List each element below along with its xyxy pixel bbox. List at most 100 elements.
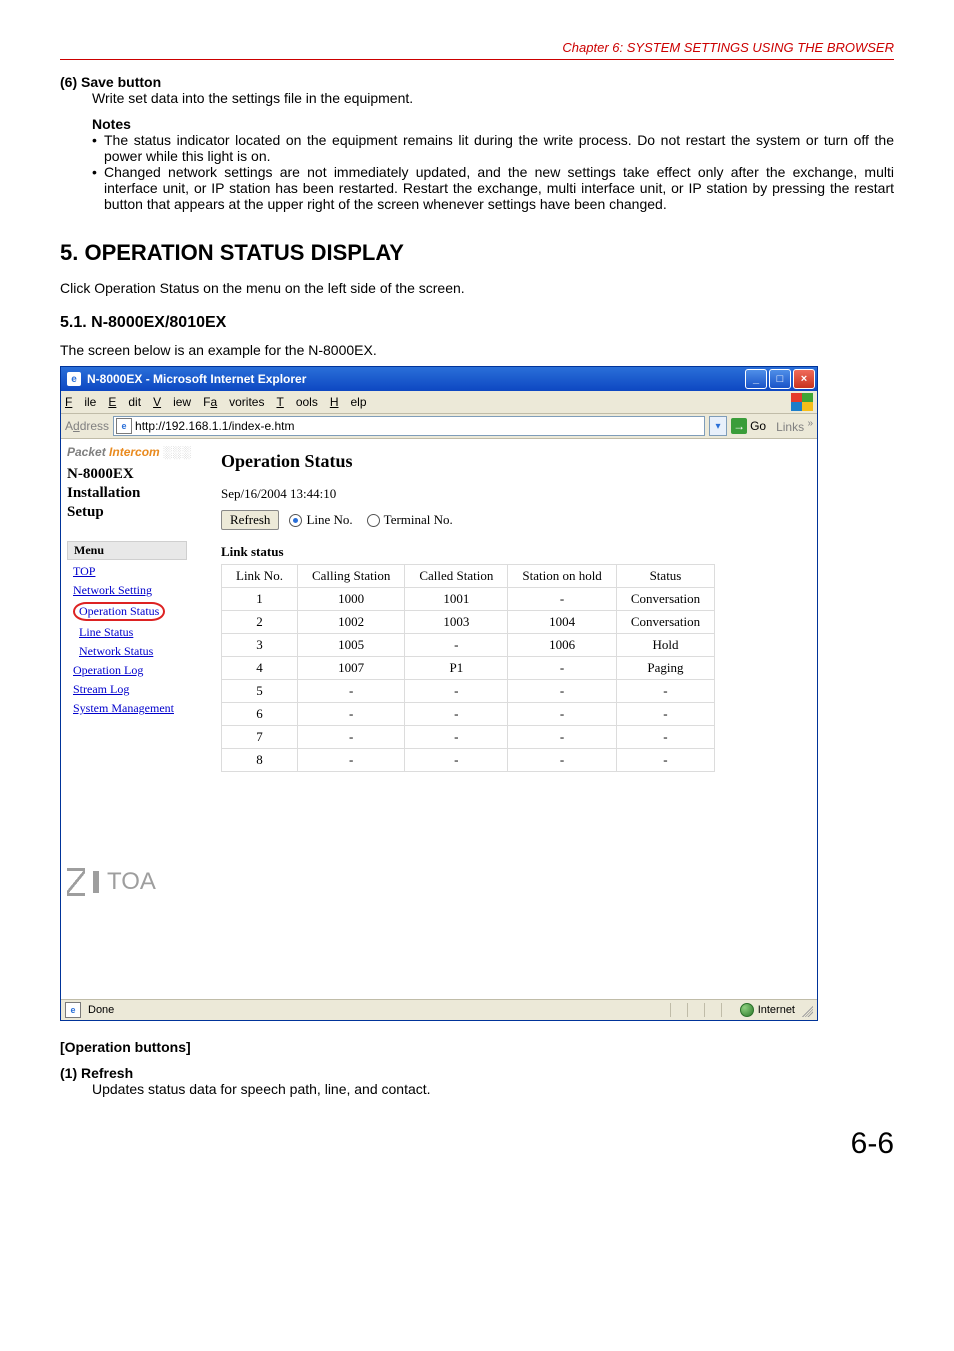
menu-file[interactable]: File <box>65 395 96 409</box>
toa-bar-icon <box>93 871 99 893</box>
section-5-intro: Click Operation Status on the menu on th… <box>60 280 894 296</box>
packet-intercom-logo: Packet Intercom ░░░ <box>67 445 207 459</box>
table-cell: 6 <box>222 703 298 726</box>
table-cell: - <box>297 703 404 726</box>
address-dropdown[interactable]: ▾ <box>709 416 727 436</box>
sidebar-item-operation-log[interactable]: Operation Log <box>67 661 207 680</box>
menu-help[interactable]: Help <box>330 395 367 409</box>
table-cell: 5 <box>222 680 298 703</box>
address-input[interactable]: e http://192.168.1.1/index-e.htm <box>113 416 705 436</box>
chapter-header: Chapter 6: SYSTEM SETTINGS USING THE BRO… <box>60 40 894 55</box>
table-cell: 1007 <box>297 657 404 680</box>
refresh-body: Updates status data for speech path, lin… <box>92 1081 894 1097</box>
table-cell: Conversation <box>616 588 714 611</box>
section-5-title: 5. OPERATION STATUS DISPLAY <box>60 240 894 266</box>
table-cell: 1000 <box>297 588 404 611</box>
url-text: http://192.168.1.1/index-e.htm <box>135 419 294 433</box>
address-bar: Address e http://192.168.1.1/index-e.htm… <box>61 414 817 439</box>
radio-label: Line No. <box>306 512 352 528</box>
table-cell: - <box>616 703 714 726</box>
status-bar: e Done Internet <box>61 999 817 1020</box>
table-cell: - <box>405 680 508 703</box>
radio-icon <box>367 514 380 527</box>
table-cell: - <box>616 726 714 749</box>
bullet-dot-icon: • <box>92 164 104 212</box>
minimize-button[interactable]: _ <box>745 369 767 389</box>
bullet-dot-icon: • <box>92 132 104 164</box>
status-zone: Internet <box>758 1004 795 1016</box>
menu-tools[interactable]: Tools <box>276 395 317 409</box>
toa-text: TOA <box>107 868 156 896</box>
radio-label: Terminal No. <box>384 512 453 528</box>
save-button-body: Write set data into the settings file in… <box>92 90 894 106</box>
ie-app-icon: e <box>67 372 81 386</box>
table-cell: 1004 <box>508 611 616 634</box>
table-cell: 3 <box>222 634 298 657</box>
sidebar-item-line-status[interactable]: Line Status <box>67 623 207 642</box>
toa-z-icon <box>67 868 85 896</box>
menu-favorites[interactable]: Favorites <box>203 395 264 409</box>
table-header-row: Link No.Calling StationCalled StationSta… <box>222 565 715 588</box>
table-column-header: Link No. <box>222 565 298 588</box>
section-5-1-title: 5.1. N-8000EX/8010EX <box>60 314 894 332</box>
refresh-heading: (1) Refresh <box>60 1065 894 1081</box>
table-cell: Conversation <box>616 611 714 634</box>
table-title: Link status <box>221 544 803 560</box>
table-cell: - <box>616 749 714 772</box>
table-cell: - <box>508 703 616 726</box>
table-row: 6---- <box>222 703 715 726</box>
table-row: 5---- <box>222 680 715 703</box>
table-column-header: Status <box>616 565 714 588</box>
sidebar-item-operation-status[interactable]: Operation Status <box>67 600 207 623</box>
section-6: (6) Save button Write set data into the … <box>60 74 894 212</box>
sidebar-item-stream-log[interactable]: Stream Log <box>67 680 207 699</box>
content-pane: Operation Status Sep/16/2004 13:44:10 Re… <box>207 439 817 999</box>
sidebar: Packet Intercom ░░░ N-8000EX Installatio… <box>61 439 207 999</box>
radio-icon <box>289 514 302 527</box>
note-bullet: • Changed network settings are not immed… <box>92 164 894 212</box>
address-label: Address <box>65 419 109 433</box>
page-number: 6-6 <box>60 1127 894 1161</box>
ie-page-icon: e <box>65 1002 81 1018</box>
table-cell: 1003 <box>405 611 508 634</box>
table-row: 31005-1006Hold <box>222 634 715 657</box>
table-row: 110001001-Conversation <box>222 588 715 611</box>
table-cell: 7 <box>222 726 298 749</box>
table-cell: - <box>405 634 508 657</box>
sidebar-item-network-setting[interactable]: Network Setting <box>67 581 207 600</box>
save-button-heading: (6) Save button <box>60 74 894 90</box>
refresh-button[interactable]: Refresh <box>221 510 279 530</box>
toa-logo: TOA <box>67 868 207 896</box>
notes-heading: Notes <box>92 116 894 132</box>
menu-bar: File Edit View Favorites Tools Help <box>61 391 817 414</box>
go-button[interactable]: → Go <box>731 418 766 434</box>
section-5-1-intro: The screen below is an example for the N… <box>60 342 894 358</box>
table-cell: - <box>297 749 404 772</box>
table-row: 41007P1-Paging <box>222 657 715 680</box>
menu-view[interactable]: View <box>153 395 191 409</box>
divider <box>60 59 894 60</box>
table-cell: - <box>405 749 508 772</box>
resize-grip-icon <box>799 1003 813 1017</box>
sidebar-item-system-management[interactable]: System Management <box>67 699 207 718</box>
close-button[interactable]: × <box>793 369 815 389</box>
radio-line-no[interactable]: Line No. <box>289 512 352 528</box>
table-cell: P1 <box>405 657 508 680</box>
note-bullet: • The status indicator located on the eq… <box>92 132 894 164</box>
sidebar-item-network-status[interactable]: Network Status <box>67 642 207 661</box>
table-cell: Hold <box>616 634 714 657</box>
table-cell: - <box>616 680 714 703</box>
ie-browser-window: e N-8000EX - Microsoft Internet Explorer… <box>60 366 818 1021</box>
operation-buttons-header: [Operation buttons] <box>60 1039 894 1055</box>
table-cell: 1006 <box>508 634 616 657</box>
menu-edit[interactable]: Edit <box>108 395 141 409</box>
table-cell: - <box>508 726 616 749</box>
maximize-button[interactable]: □ <box>769 369 791 389</box>
links-label[interactable]: Links » <box>776 418 813 434</box>
table-cell: - <box>405 726 508 749</box>
status-done: Done <box>88 1004 114 1016</box>
radio-terminal-no[interactable]: Terminal No. <box>367 512 453 528</box>
sidebar-item-top[interactable]: TOP <box>67 562 207 581</box>
go-arrow-icon: → <box>731 418 747 434</box>
table-cell: 8 <box>222 749 298 772</box>
